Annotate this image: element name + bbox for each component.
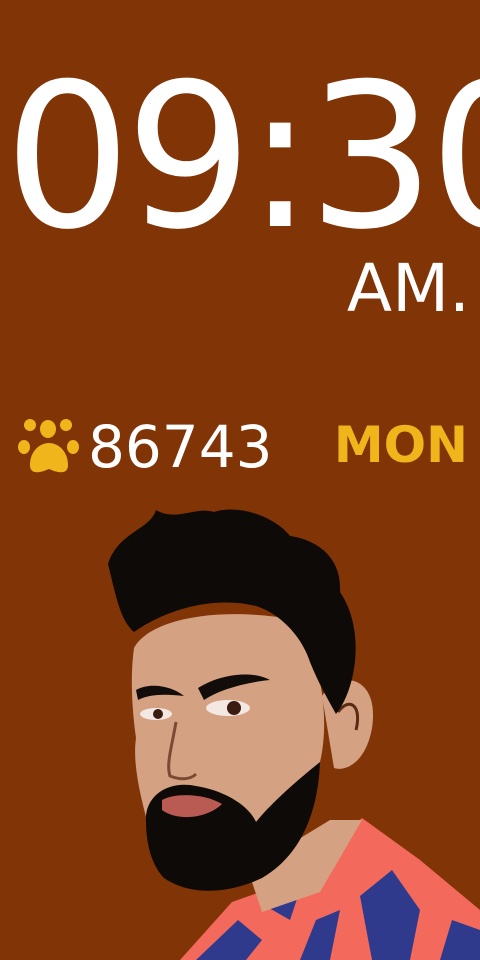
- paw-icon: [18, 419, 79, 473]
- watch-face-screen: 09:30 AM. 86743 MON: [0, 0, 480, 960]
- step-count: 86743: [88, 413, 273, 481]
- portrait-illustration: [108, 509, 480, 960]
- steps-counter[interactable]: 86743: [18, 416, 273, 478]
- day-of-week: MON: [333, 416, 468, 474]
- am-pm-indicator: AM.: [346, 250, 470, 327]
- clock-time: 09:30: [4, 41, 480, 274]
